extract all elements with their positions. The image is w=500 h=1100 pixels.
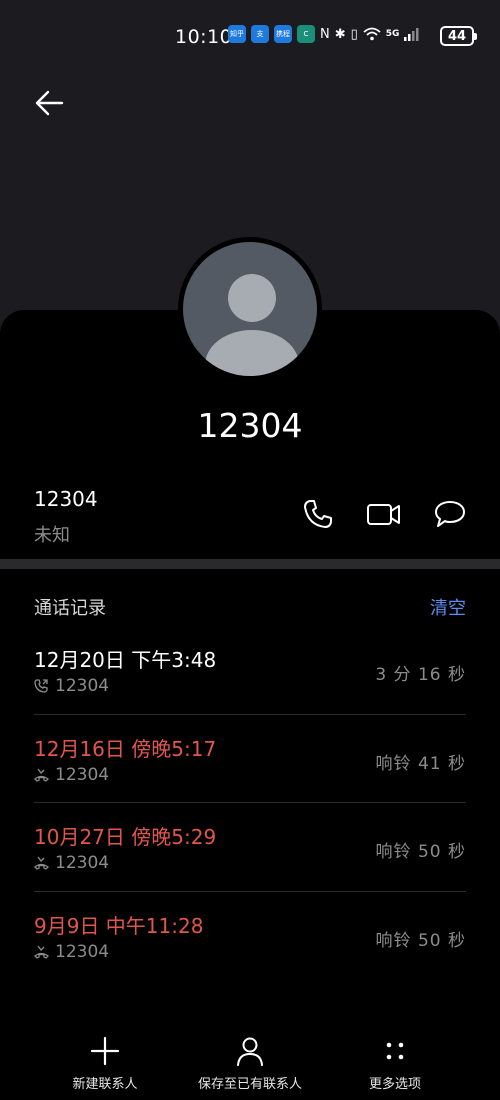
new-contact-button[interactable]: 新建联系人 bbox=[30, 1030, 180, 1092]
app-c-icon: C bbox=[297, 25, 315, 43]
call-number: 12304 bbox=[55, 941, 110, 962]
call-duration: 响铃 41 秒 bbox=[375, 753, 466, 774]
back-button[interactable] bbox=[32, 85, 68, 121]
call-duration: 响铃 50 秒 bbox=[375, 930, 466, 951]
more-options-label: 更多选项 bbox=[368, 1077, 421, 1092]
call-number: 12304 bbox=[55, 764, 110, 785]
phone-number: 12304 bbox=[34, 487, 98, 511]
nfc-icon: N bbox=[320, 26, 330, 42]
contact-name: 12304 bbox=[197, 406, 303, 445]
status-icons: 知乎 支 携程 C N ✱ ▯ 5G bbox=[228, 25, 420, 43]
missed-call-icon bbox=[34, 768, 49, 782]
bluetooth-icon: ✱ bbox=[334, 26, 346, 42]
phone-icon bbox=[304, 500, 332, 528]
call-duration: 3 分 16 秒 bbox=[375, 665, 466, 685]
more-options-button[interactable]: 更多选项 bbox=[320, 1030, 470, 1092]
call-number: 12304 bbox=[55, 676, 110, 696]
missed-call-icon bbox=[34, 945, 49, 959]
call-log-row[interactable]: 12月16日 傍晚5:17 12304 响铃 41 秒 bbox=[34, 715, 466, 803]
person-icon bbox=[237, 1037, 263, 1066]
call-log-row[interactable]: 9月9日 中午11:28 12304 响铃 50 秒 bbox=[34, 892, 466, 981]
call-date: 12月20日 下午3:48 bbox=[34, 648, 217, 672]
section-divider bbox=[0, 559, 500, 569]
bottom-action-bar: 新建联系人 保存至已有联系人 更多选项 bbox=[0, 1030, 500, 1100]
avatar-body-shape bbox=[205, 330, 299, 376]
more-dots-icon bbox=[386, 1042, 404, 1060]
status-bar: 10:10 知乎 支 携程 C N ✱ ▯ 5G 44 bbox=[0, 0, 500, 72]
signal-icon bbox=[404, 28, 419, 41]
call-number: 12304 bbox=[55, 853, 110, 873]
outgoing-call-icon bbox=[34, 679, 48, 693]
network-type-label: 5G bbox=[385, 28, 400, 39]
video-call-button[interactable] bbox=[366, 498, 404, 530]
call-log-list: 12月20日 下午3:48 12304 3 分 16 秒 12月16日 傍晚5:… bbox=[34, 626, 466, 980]
phone-location: 未知 bbox=[34, 525, 70, 546]
ctrip-icon: 携程 bbox=[274, 25, 292, 43]
call-log-title: 通话记录 bbox=[34, 598, 106, 619]
avatar-head-shape bbox=[228, 274, 276, 322]
phone-number-block[interactable]: 12304 未知 bbox=[34, 487, 98, 547]
message-button[interactable] bbox=[433, 498, 467, 530]
call-log-row[interactable]: 10月27日 傍晚5:29 12304 响铃 50 秒 bbox=[34, 803, 466, 892]
missed-call-icon bbox=[34, 856, 49, 870]
video-camera-icon bbox=[367, 504, 400, 525]
new-contact-label: 新建联系人 bbox=[72, 1077, 138, 1092]
status-time: 10:10 bbox=[175, 26, 233, 48]
call-date: 10月27日 傍晚5:29 bbox=[34, 825, 217, 849]
save-to-existing-label: 保存至已有联系人 bbox=[197, 1077, 302, 1092]
call-button[interactable] bbox=[302, 498, 336, 530]
call-date: 12月16日 傍晚5:17 bbox=[34, 736, 217, 761]
call-date: 9月9日 中午11:28 bbox=[34, 913, 204, 938]
save-to-existing-contact-button[interactable]: 保存至已有联系人 bbox=[175, 1030, 325, 1092]
clear-call-log-button[interactable]: 清空 bbox=[430, 594, 466, 620]
battery-indicator: 44 bbox=[440, 26, 477, 46]
chat-bubble-icon bbox=[435, 501, 465, 527]
call-duration: 响铃 50 秒 bbox=[375, 842, 466, 862]
avatar bbox=[178, 237, 322, 381]
alipay-icon: 支 bbox=[251, 25, 269, 43]
plus-icon bbox=[90, 1036, 120, 1066]
call-log-row[interactable]: 12月20日 下午3:48 12304 3 分 16 秒 bbox=[34, 626, 466, 715]
arrow-left-icon bbox=[35, 90, 64, 116]
wifi-icon bbox=[363, 27, 381, 41]
vibrate-icon: ▯ bbox=[350, 26, 358, 42]
zhihu-icon: 知乎 bbox=[228, 25, 246, 43]
